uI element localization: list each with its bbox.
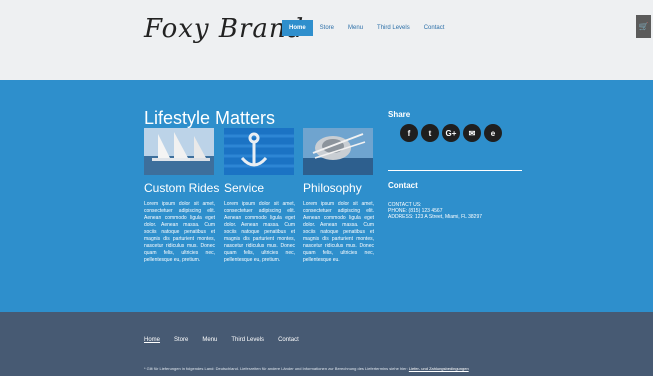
footer-note: * Gilt für Lieferungen in folgendes Land…	[144, 366, 469, 371]
brand-logo[interactable]: Foxy Brand	[144, 14, 304, 44]
column-title-service: Service	[224, 181, 265, 195]
nav-contact[interactable]: Contact	[417, 20, 452, 36]
evernote-icon[interactable]: e	[484, 124, 502, 142]
footer-nav-third-levels[interactable]: Third Levels	[231, 337, 264, 343]
twitter-icon[interactable]: t	[421, 124, 439, 142]
nav-home[interactable]: Home	[282, 20, 313, 36]
footer-terms-link[interactable]: Liefer- und Zahlungsbedingungen	[409, 366, 469, 371]
column-title-custom-rides: Custom Rides	[144, 181, 220, 195]
section-heading: Lifestyle Matters	[144, 108, 276, 128]
nav-menu[interactable]: Menu	[341, 20, 370, 36]
email-icon[interactable]: ✉	[463, 124, 481, 142]
social-icons: f t G+ ✉ e	[400, 124, 502, 142]
divider	[388, 170, 522, 171]
header: Foxy Brand Home Store Menu Third Levels …	[0, 0, 653, 80]
column-text-philosophy: Lorem ipsum dolor sit amet, consectetuer…	[303, 201, 374, 263]
winch-image	[303, 128, 373, 175]
column-title-philosophy: Philosophy	[303, 181, 362, 195]
nav-store[interactable]: Store	[313, 20, 341, 36]
column-text-custom-rides: Lorem ipsum dolor sit amet, consectetuer…	[144, 201, 215, 263]
main-section: Lifestyle Matters Custom Rides Service P…	[0, 80, 653, 312]
footer-nav-menu[interactable]: Menu	[202, 337, 217, 343]
anchor-image	[224, 128, 294, 175]
contact-info: CONTACT US: PHONE: (815) 123 4567 ADDRES…	[388, 202, 482, 220]
sailboats-image	[144, 128, 214, 175]
footer: Home Store Menu Third Levels Contact * G…	[0, 312, 653, 376]
footer-nav-store[interactable]: Store	[174, 337, 188, 343]
contact-address: ADDRESS: 123 A Street, Miami, FL 38297	[388, 214, 483, 220]
footer-nav: Home Store Menu Third Levels Contact	[144, 337, 299, 343]
nav-third-levels[interactable]: Third Levels	[370, 20, 417, 36]
cart-icon[interactable]: 🛒	[636, 15, 651, 38]
facebook-icon[interactable]: f	[400, 124, 418, 142]
footer-note-text: * Gilt für Lieferungen in folgendes Land…	[144, 366, 409, 371]
footer-nav-home[interactable]: Home	[144, 337, 160, 343]
contact-heading: Contact	[388, 181, 418, 190]
column-text-service: Lorem ipsum dolor sit amet, consectetuer…	[224, 201, 295, 263]
main-nav: Home Store Menu Third Levels Contact	[282, 20, 451, 36]
footer-nav-contact[interactable]: Contact	[278, 337, 299, 343]
share-heading: Share	[388, 110, 411, 119]
google-plus-icon[interactable]: G+	[442, 124, 460, 142]
